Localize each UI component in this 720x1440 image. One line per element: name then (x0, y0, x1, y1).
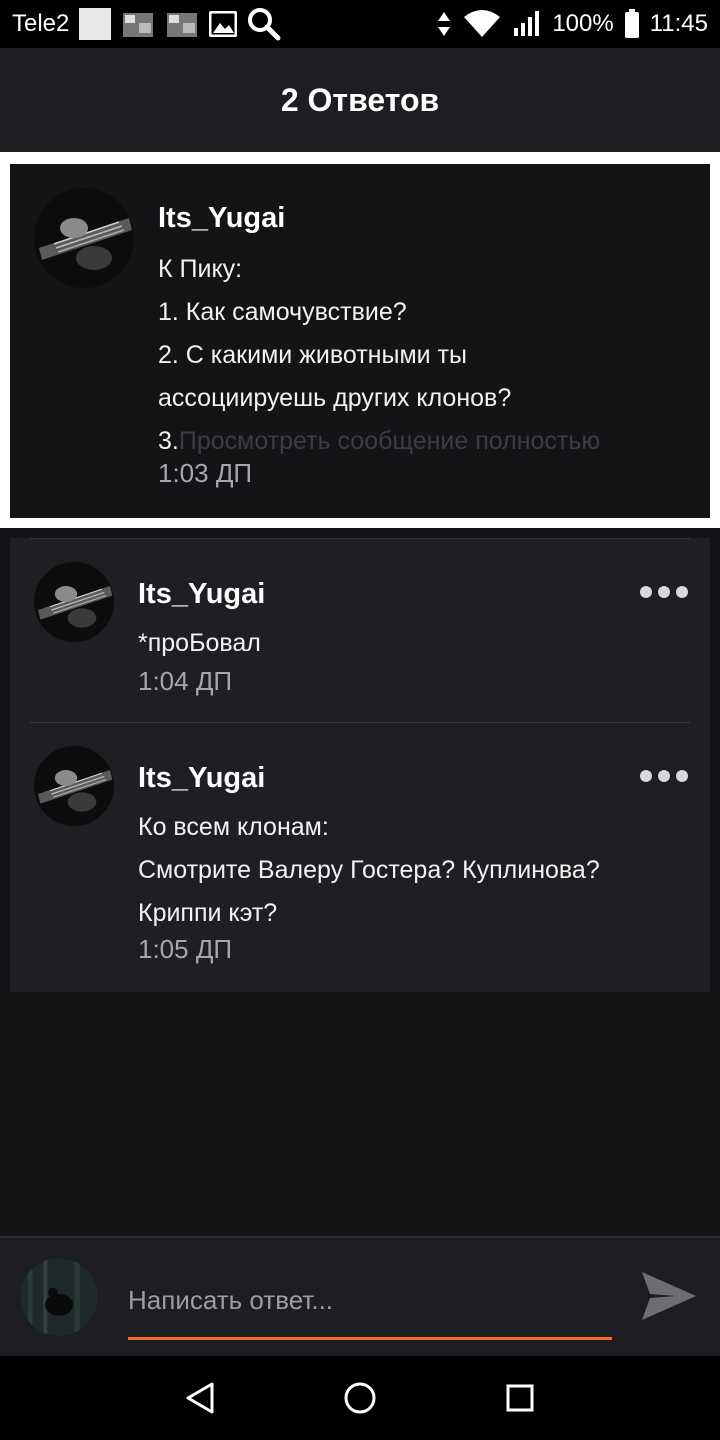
post-line-prefix: 3. (158, 427, 179, 455)
post-line: 2. С какими животными ты (158, 341, 467, 369)
video-thumb-icon (123, 13, 154, 37)
battery-percent: 100% (552, 10, 614, 37)
post-line: 1. Как самочувствие? (158, 298, 407, 326)
home-button[interactable] (336, 1374, 384, 1422)
divider (30, 722, 690, 723)
divider (30, 538, 690, 539)
reply-composer (0, 1236, 720, 1356)
reply-line: Смотрите Валеру Гостера? Куплинова? (138, 856, 600, 884)
reply-line: *проБовал (138, 629, 261, 657)
avatar[interactable] (34, 562, 114, 642)
search-icon (248, 8, 281, 41)
video-thumb-icon (167, 13, 198, 37)
image-icon (209, 11, 238, 37)
white-square-icon (79, 8, 112, 40)
original-post-container: Its_Yugai К Пику: 1. Как самочувствие? 2… (0, 152, 720, 528)
original-post[interactable]: Its_Yugai К Пику: 1. Как самочувствие? 2… (10, 164, 710, 518)
reply-text: *проБовал (138, 622, 698, 665)
reply-line: Криппи кэт? (138, 899, 278, 927)
post-body: К Пику: 1. Как самочувствие? 2. С какими… (158, 248, 688, 463)
system-nav-bar (0, 1356, 720, 1440)
reply-author[interactable]: Its_Yugai (138, 578, 265, 611)
user-avatar[interactable] (20, 1258, 98, 1336)
reply-author[interactable]: Its_Yugai (138, 762, 265, 795)
more-options-icon[interactable] (640, 770, 688, 782)
reply-timestamp: 1:04 ДП (138, 666, 233, 696)
read-more-link[interactable]: Просмотреть сообщение полностью (179, 427, 600, 455)
back-button[interactable] (176, 1374, 224, 1422)
post-author[interactable]: Its_Yugai (158, 202, 285, 235)
carrier-label: Tele2 (12, 10, 70, 37)
avatar[interactable] (34, 746, 114, 826)
send-icon[interactable] (640, 1270, 698, 1322)
page-title: 2 Ответов (280, 81, 440, 118)
battery-icon (624, 9, 639, 38)
status-bar: Tele2 100% 11:45 (0, 0, 720, 48)
clock: 11:45 (649, 10, 708, 37)
reply-input[interactable] (128, 1272, 612, 1340)
reply-line: Ко всем клонам: (138, 813, 329, 841)
signal-icon (514, 11, 540, 36)
wifi-icon (464, 10, 501, 37)
reply-text: Ко всем клонам: Смотрите Валеру Гостера?… (138, 806, 698, 935)
data-arrows-icon (438, 12, 451, 36)
avatar[interactable] (34, 188, 134, 288)
more-options-icon[interactable] (640, 586, 688, 598)
post-line: ассоциируешь других клонов? (158, 384, 512, 412)
recents-button[interactable] (496, 1374, 544, 1422)
reply-item[interactable]: Its_Yugai *проБовал 1:04 ДП (10, 538, 710, 722)
page-header: 2 Ответов (0, 48, 720, 152)
post-line: К Пику: (158, 255, 243, 283)
post-timestamp: 1:03 ДП (158, 458, 253, 488)
reply-timestamp: 1:05 ДП (138, 934, 233, 964)
home-circle-icon (344, 1382, 376, 1414)
back-triangle-icon (186, 1382, 214, 1414)
recents-square-icon (506, 1384, 534, 1412)
reply-item[interactable]: Its_Yugai Ко всем клонам: Смотрите Валер… (10, 722, 710, 992)
post-last-line: 3.Просмотреть сообщение полностью (158, 420, 688, 463)
